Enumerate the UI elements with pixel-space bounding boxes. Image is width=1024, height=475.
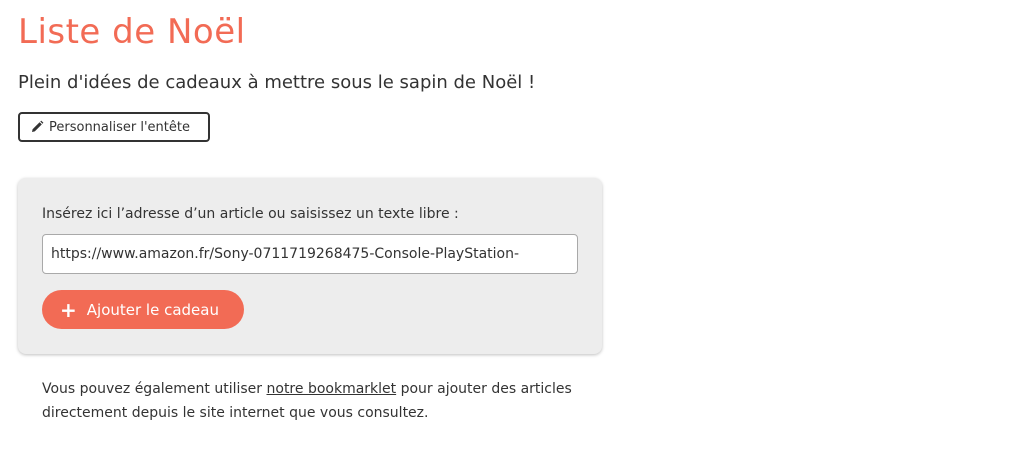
bookmarklet-link[interactable]: notre bookmarklet xyxy=(267,381,397,397)
bookmarklet-text-before: Vous pouvez également utiliser xyxy=(42,381,267,397)
edit-header-button[interactable]: Personnaliser l'entête xyxy=(18,112,210,142)
edit-header-label: Personnaliser l'entête xyxy=(49,119,190,135)
bookmarklet-note: Vous pouvez également utiliser notre boo… xyxy=(42,377,602,425)
url-field-label: Insérez ici l’adresse d’un article ou sa… xyxy=(42,206,459,222)
add-gift-card: Insérez ici l’adresse d’un article ou sa… xyxy=(18,178,602,354)
pencil-icon xyxy=(30,120,44,134)
url-input[interactable] xyxy=(42,234,578,274)
add-gift-button[interactable]: + Ajouter le cadeau xyxy=(42,290,244,329)
add-gift-label: Ajouter le cadeau xyxy=(86,300,219,319)
page-title: Liste de Noël xyxy=(18,12,246,52)
plus-icon: + xyxy=(60,297,77,322)
page-subtitle: Plein d'idées de cadeaux à mettre sous l… xyxy=(18,72,536,93)
page: Liste de Noël Plein d'idées de cadeaux à… xyxy=(0,0,1024,475)
